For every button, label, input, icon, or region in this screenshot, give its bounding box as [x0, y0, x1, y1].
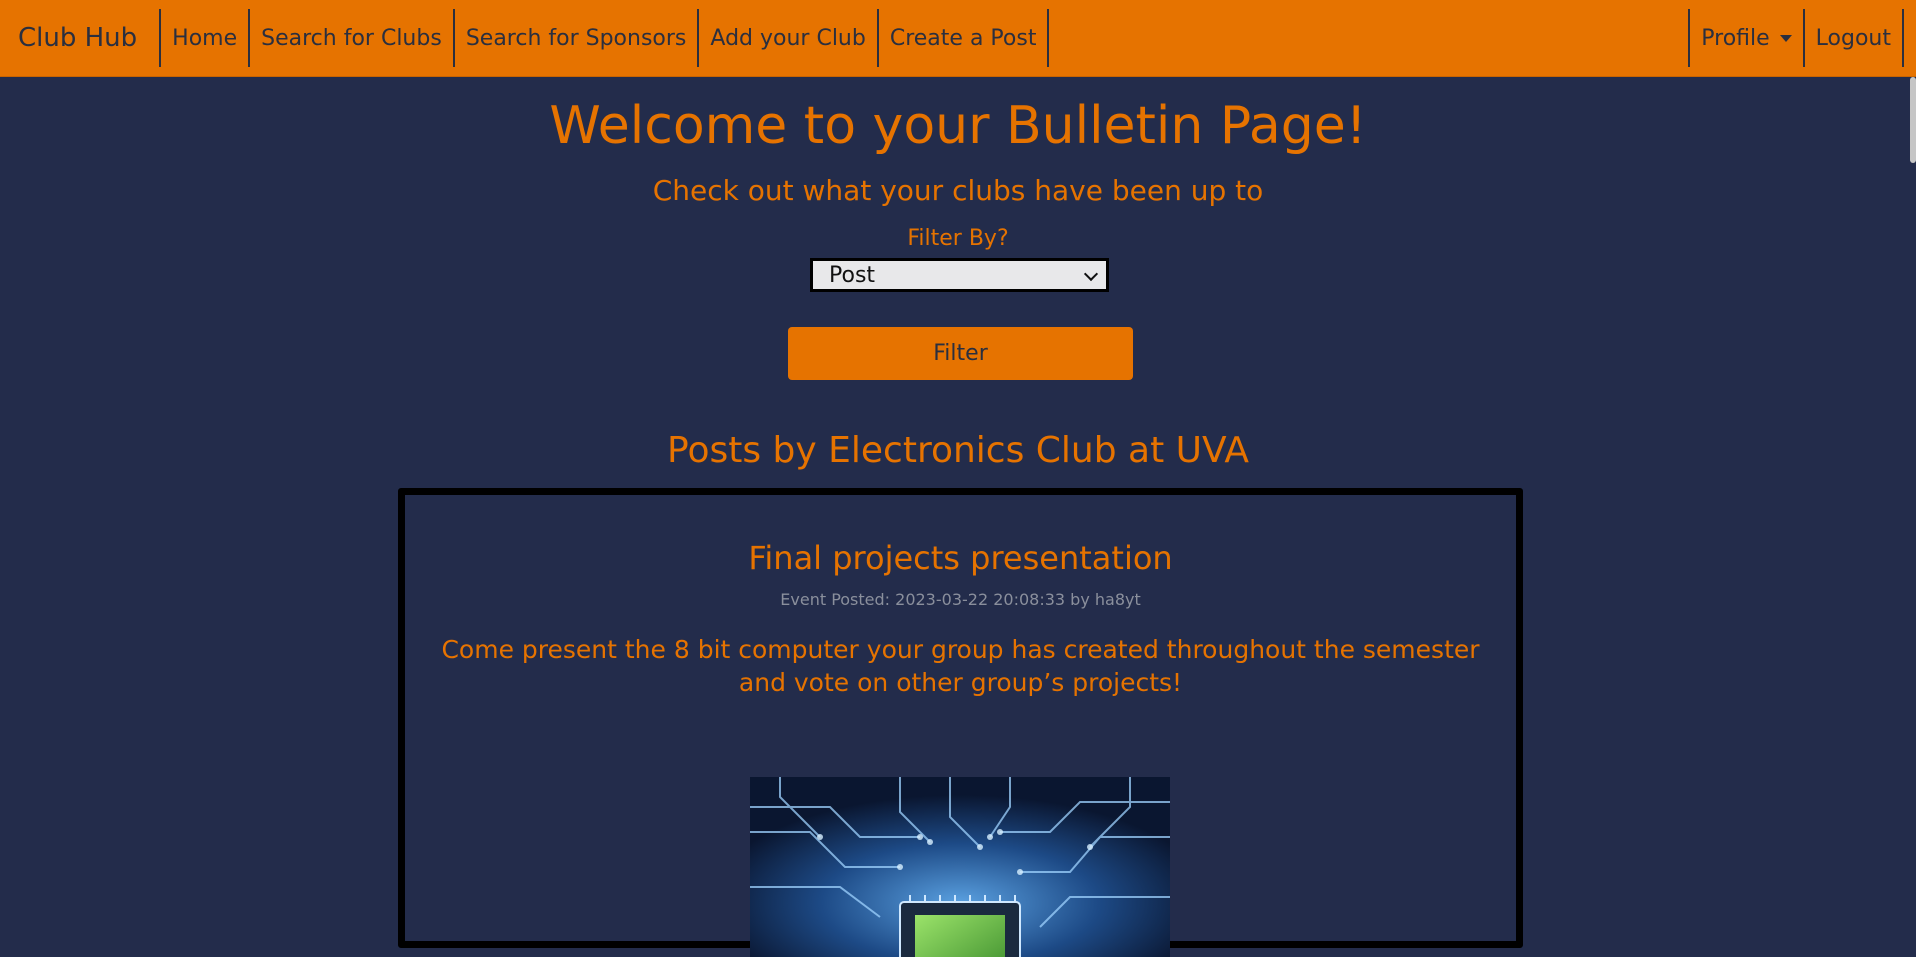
nav-home-link[interactable]: Home	[161, 9, 251, 67]
top-navbar: Club Hub Home Search for Clubs Search fo…	[0, 0, 1916, 77]
profile-label: Profile	[1701, 25, 1770, 51]
nav-search-sponsors-link[interactable]: Search for Sponsors	[455, 9, 700, 67]
logout-link[interactable]: Logout	[1805, 9, 1904, 67]
post-card: Final projects presentation Event Posted…	[398, 488, 1523, 957]
nav-add-club-link[interactable]: Add your Club	[699, 9, 879, 67]
page-subtitle: Check out what your clubs have been up t…	[652, 174, 1264, 207]
filter-select[interactable]: Post	[810, 258, 1109, 292]
circuit-board-image	[750, 777, 1170, 957]
filter-button[interactable]: Filter	[788, 327, 1133, 380]
post-body: Come present the 8 bit computer your gro…	[441, 635, 1480, 697]
post-title: Final projects presentation	[748, 539, 1173, 577]
nav-create-post-link[interactable]: Create a Post	[879, 9, 1050, 67]
post-meta: Event Posted: 2023-03-22 20:08:33 by ha8…	[780, 590, 1141, 609]
nav-left-group: Club Hub Home Search for Clubs Search fo…	[0, 9, 1050, 67]
filter-label: Filter By?	[907, 226, 1009, 251]
page-title: Welcome to your Bulletin Page!	[549, 96, 1367, 156]
nav-search-clubs-link[interactable]: Search for Clubs	[250, 9, 455, 67]
caret-down-icon	[1779, 34, 1792, 42]
chevron-down-icon	[1083, 266, 1099, 282]
filter-select-value: Post	[829, 262, 876, 288]
nav-right-group: Profile Logout	[1688, 9, 1904, 67]
section-heading: Posts by Electronics Club at UVA	[667, 430, 1249, 471]
profile-dropdown[interactable]: Profile	[1688, 9, 1805, 67]
circuit-board-graphic	[750, 777, 1170, 957]
brand-link[interactable]: Club Hub	[0, 9, 162, 67]
